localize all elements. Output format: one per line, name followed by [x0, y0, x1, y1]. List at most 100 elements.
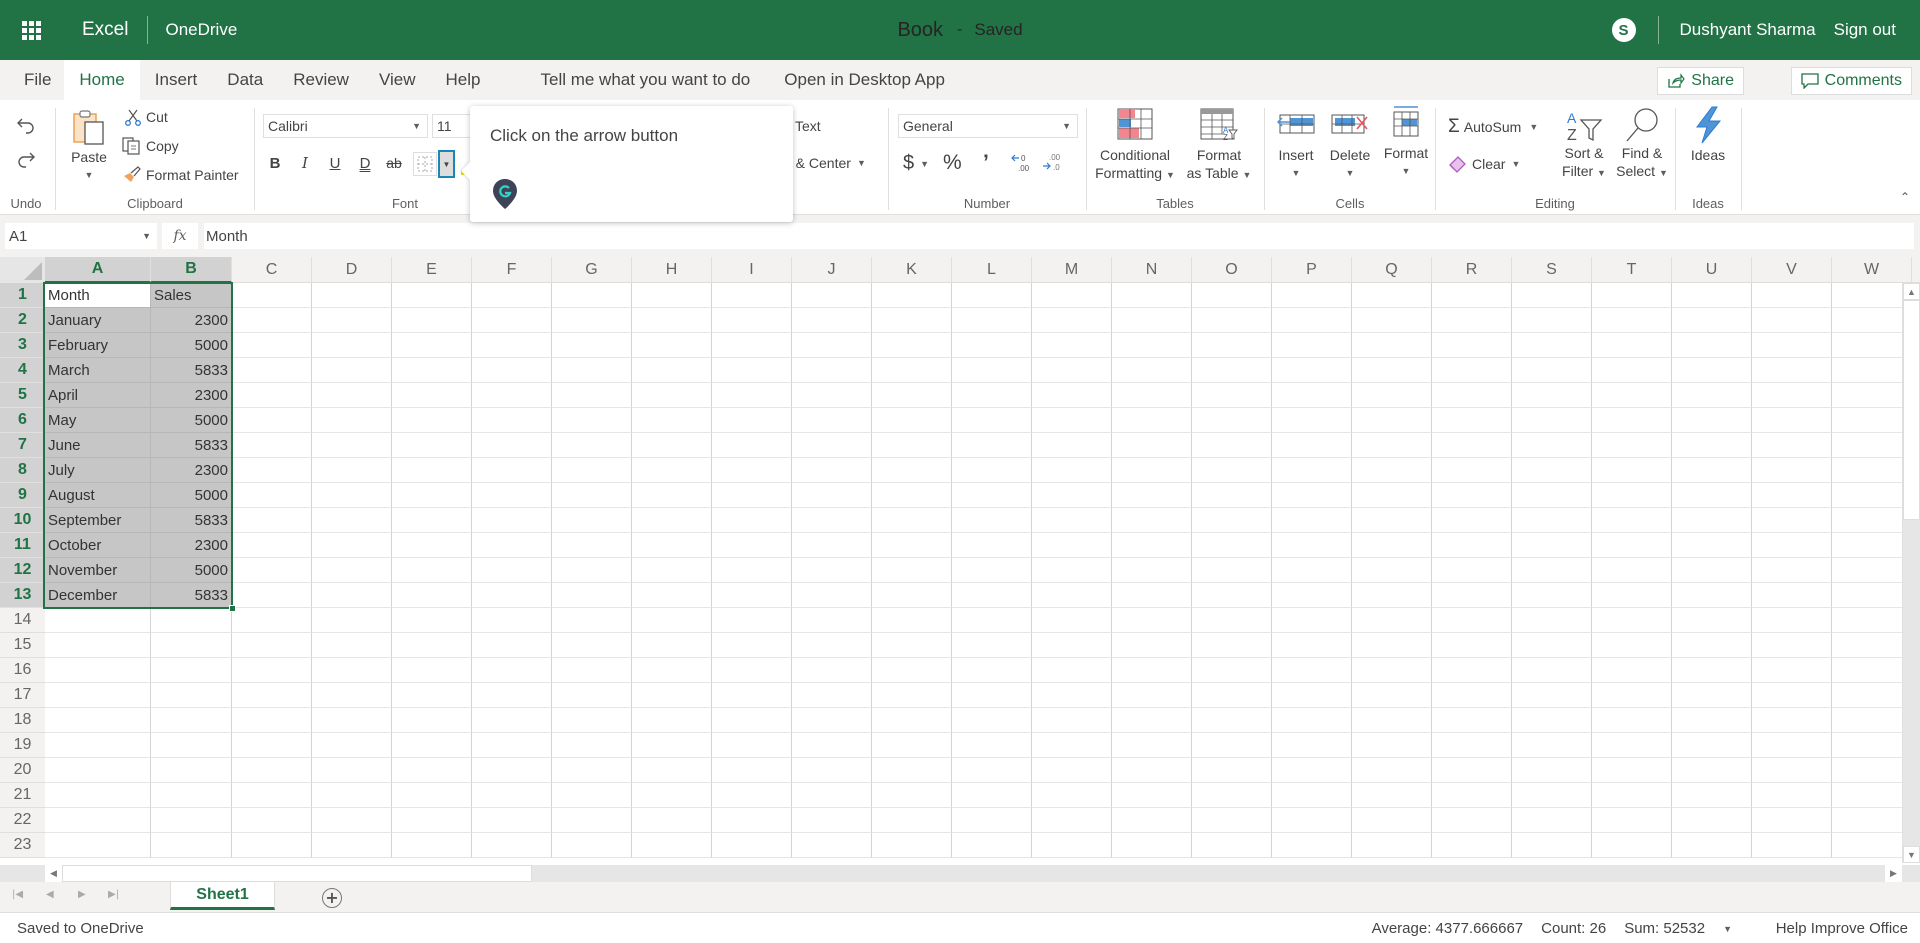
cell-m13[interactable]: [1032, 583, 1112, 608]
cell-j23[interactable]: [792, 833, 872, 858]
cell-q13[interactable]: [1352, 583, 1432, 608]
column-header-g[interactable]: G: [552, 257, 632, 283]
cell-s2[interactable]: [1512, 308, 1592, 333]
cell-p8[interactable]: [1272, 458, 1352, 483]
cell-o12[interactable]: [1192, 558, 1272, 583]
cell-b15[interactable]: [151, 633, 232, 658]
cell-v3[interactable]: [1752, 333, 1832, 358]
cell-v20[interactable]: [1752, 758, 1832, 783]
cell-e11[interactable]: [392, 533, 472, 558]
cell-p17[interactable]: [1272, 683, 1352, 708]
cell-p14[interactable]: [1272, 608, 1352, 633]
cell-n8[interactable]: [1112, 458, 1192, 483]
column-header-a[interactable]: A: [45, 257, 151, 283]
cell-l21[interactable]: [952, 783, 1032, 808]
cell-g14[interactable]: [552, 608, 632, 633]
column-header-o[interactable]: O: [1192, 257, 1272, 283]
cell-k8[interactable]: [872, 458, 952, 483]
cell-w3[interactable]: [1832, 333, 1912, 358]
cell-o10[interactable]: [1192, 508, 1272, 533]
cell-v21[interactable]: [1752, 783, 1832, 808]
onedrive-link[interactable]: OneDrive: [165, 20, 237, 40]
cell-r15[interactable]: [1432, 633, 1512, 658]
cell-w1[interactable]: [1832, 283, 1912, 308]
open-in-desktop-app[interactable]: Open in Desktop App: [769, 60, 960, 100]
cell-j5[interactable]: [792, 383, 872, 408]
cell-r8[interactable]: [1432, 458, 1512, 483]
cell-c20[interactable]: [232, 758, 312, 783]
cell-w8[interactable]: [1832, 458, 1912, 483]
cell-m10[interactable]: [1032, 508, 1112, 533]
cell-q12[interactable]: [1352, 558, 1432, 583]
cell-i16[interactable]: [712, 658, 792, 683]
cell-v17[interactable]: [1752, 683, 1832, 708]
borders-button[interactable]: [413, 152, 437, 176]
cell-i15[interactable]: [712, 633, 792, 658]
cell-g22[interactable]: [552, 808, 632, 833]
cell-q23[interactable]: [1352, 833, 1432, 858]
cell-p15[interactable]: [1272, 633, 1352, 658]
cell-m23[interactable]: [1032, 833, 1112, 858]
cell-u11[interactable]: [1672, 533, 1752, 558]
row-header-17[interactable]: 17: [0, 683, 45, 708]
cell-r18[interactable]: [1432, 708, 1512, 733]
cell-u20[interactable]: [1672, 758, 1752, 783]
cell-u8[interactable]: [1672, 458, 1752, 483]
cell-k15[interactable]: [872, 633, 952, 658]
vertical-scroll-thumb[interactable]: [1903, 300, 1920, 520]
cell-f18[interactable]: [472, 708, 552, 733]
cell-a22[interactable]: [45, 808, 151, 833]
cell-d1[interactable]: [312, 283, 392, 308]
cell-o9[interactable]: [1192, 483, 1272, 508]
row-header-10[interactable]: 10: [0, 508, 45, 533]
cell-u19[interactable]: [1672, 733, 1752, 758]
cell-o19[interactable]: [1192, 733, 1272, 758]
cell-r16[interactable]: [1432, 658, 1512, 683]
cell-p23[interactable]: [1272, 833, 1352, 858]
cell-v19[interactable]: [1752, 733, 1832, 758]
cell-o2[interactable]: [1192, 308, 1272, 333]
cell-n9[interactable]: [1112, 483, 1192, 508]
cell-h11[interactable]: [632, 533, 712, 558]
cell-h8[interactable]: [632, 458, 712, 483]
cell-m11[interactable]: [1032, 533, 1112, 558]
cell-n23[interactable]: [1112, 833, 1192, 858]
cell-r21[interactable]: [1432, 783, 1512, 808]
increase-decimal-button[interactable]: 0.00: [1010, 152, 1032, 174]
cell-d8[interactable]: [312, 458, 392, 483]
cell-a16[interactable]: [45, 658, 151, 683]
insert-cells-button[interactable]: Insert ▼: [1271, 108, 1321, 182]
cell-b17[interactable]: [151, 683, 232, 708]
cell-q11[interactable]: [1352, 533, 1432, 558]
cell-r23[interactable]: [1432, 833, 1512, 858]
column-header-q[interactable]: Q: [1352, 257, 1432, 283]
cell-s8[interactable]: [1512, 458, 1592, 483]
column-header-c[interactable]: C: [232, 257, 312, 283]
cell-m4[interactable]: [1032, 358, 1112, 383]
cell-l16[interactable]: [952, 658, 1032, 683]
insert-function-button[interactable]: fx: [162, 223, 198, 249]
cell-h13[interactable]: [632, 583, 712, 608]
cell-h1[interactable]: [632, 283, 712, 308]
cell-v4[interactable]: [1752, 358, 1832, 383]
cell-k20[interactable]: [872, 758, 952, 783]
cell-f8[interactable]: [472, 458, 552, 483]
cell-c7[interactable]: [232, 433, 312, 458]
cell-c22[interactable]: [232, 808, 312, 833]
cell-k16[interactable]: [872, 658, 952, 683]
formula-input[interactable]: Month: [204, 223, 1914, 249]
cell-b20[interactable]: [151, 758, 232, 783]
cell-t22[interactable]: [1592, 808, 1672, 833]
cell-f12[interactable]: [472, 558, 552, 583]
cell-g6[interactable]: [552, 408, 632, 433]
cell-k1[interactable]: [872, 283, 952, 308]
cell-v16[interactable]: [1752, 658, 1832, 683]
cell-r10[interactable]: [1432, 508, 1512, 533]
format-cells-button[interactable]: Format ▼: [1379, 104, 1433, 180]
cell-h7[interactable]: [632, 433, 712, 458]
row-header-9[interactable]: 9: [0, 483, 45, 508]
cell-e10[interactable]: [392, 508, 472, 533]
cell-u14[interactable]: [1672, 608, 1752, 633]
cell-t12[interactable]: [1592, 558, 1672, 583]
cell-g18[interactable]: [552, 708, 632, 733]
